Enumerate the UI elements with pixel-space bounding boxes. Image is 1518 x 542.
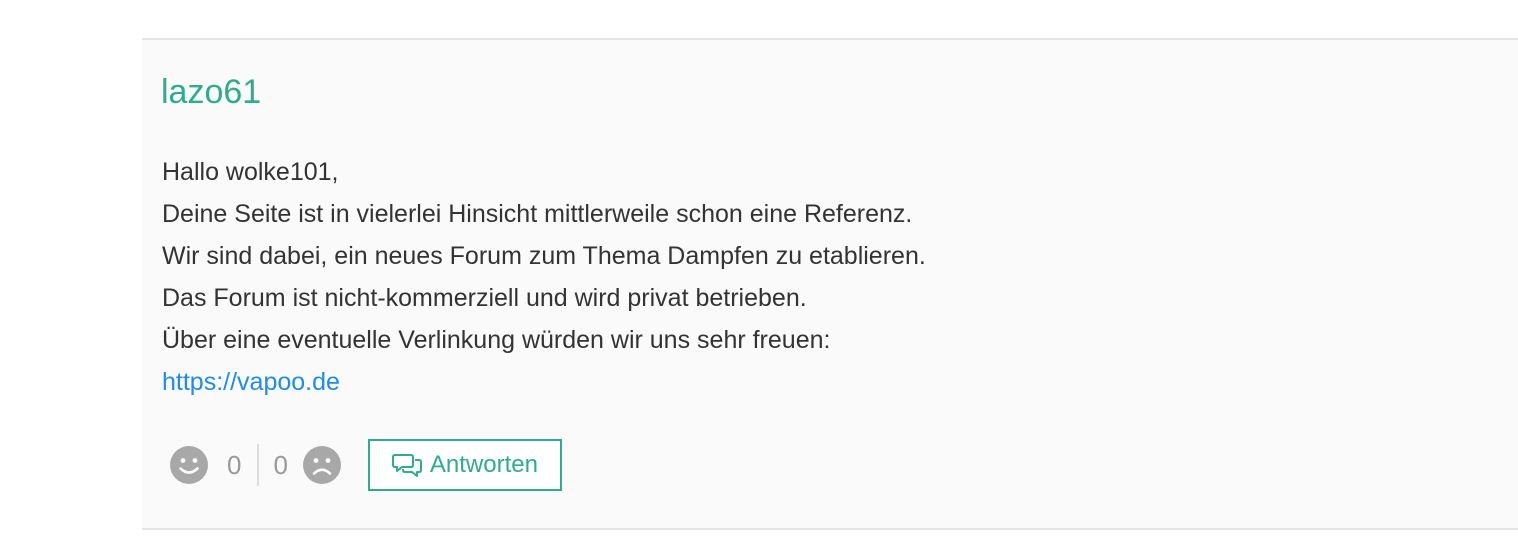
comment-link[interactable]: https://vapoo.de (162, 368, 340, 396)
vote-divider (257, 444, 260, 486)
reply-button[interactable]: Antworten (367, 439, 562, 491)
frown-icon[interactable] (302, 445, 342, 485)
like-count: 0 (227, 450, 242, 480)
comment-line: Über eine eventuelle Verlinkung würden w… (162, 326, 831, 354)
comment-line: Deine Seite ist in vielerlei Hinsicht mi… (162, 200, 913, 228)
comment-line: Das Forum ist nicht-kommerziell und wird… (162, 284, 807, 312)
comment-author[interactable]: lazo61 (161, 72, 261, 112)
comment-body: Hallo wolke101, Deine Seite ist in viele… (162, 151, 1462, 403)
comment-line: Hallo wolke101, (162, 158, 339, 186)
speech-bubbles-icon (391, 454, 422, 477)
smile-icon[interactable] (169, 445, 209, 485)
reply-label: Antworten (429, 451, 538, 478)
dislike-count: 0 (273, 450, 288, 480)
comment-line: Wir sind dabei, ein neues Forum zum Them… (162, 242, 926, 270)
comment-card: lazo61 Hallo wolke101, Deine Seite ist i… (142, 38, 1518, 530)
comment-actions: 0 0 Antworten (169, 438, 562, 492)
